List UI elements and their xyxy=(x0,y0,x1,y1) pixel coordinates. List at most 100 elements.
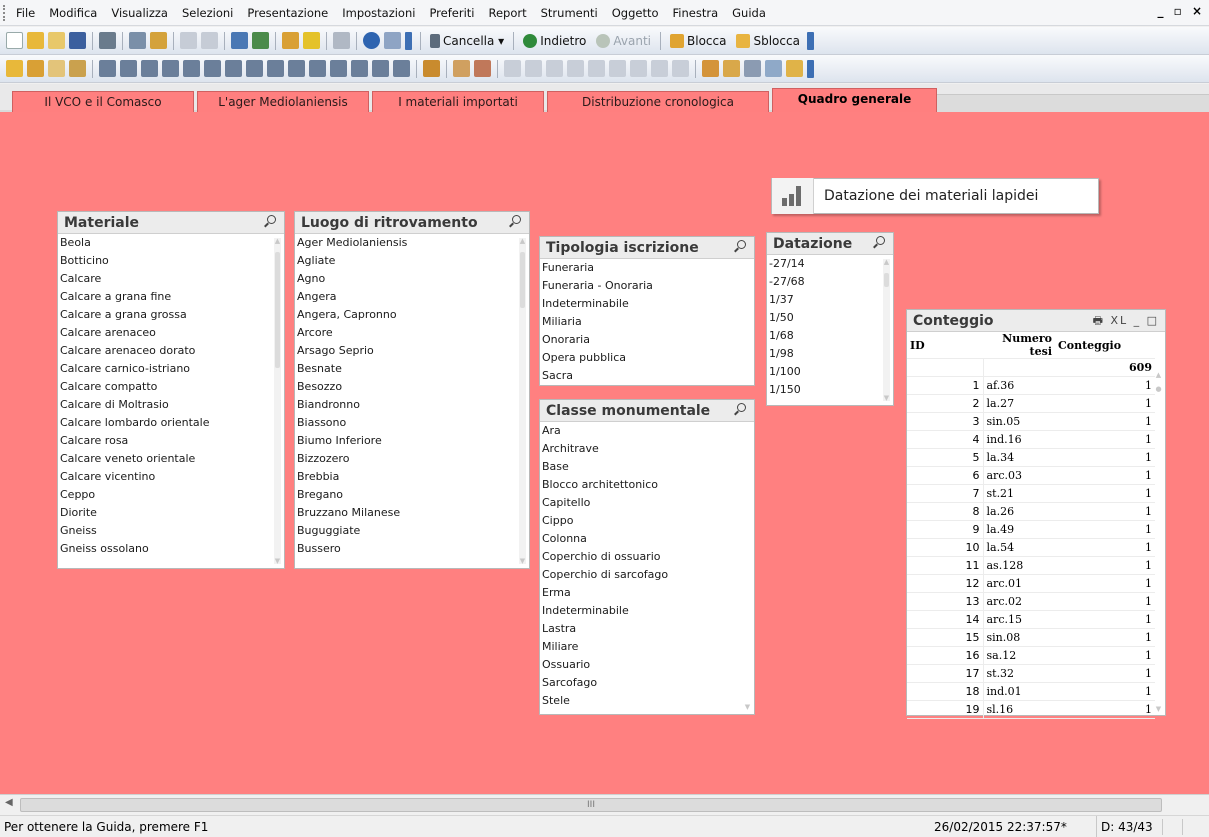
table-row[interactable]: 8 la.26 1 xyxy=(907,502,1155,521)
list-item[interactable]: Calcare di Moltrasio xyxy=(60,396,284,414)
cell-id[interactable]: 4 xyxy=(907,430,984,449)
list-item[interactable]: Calcare rosa xyxy=(60,432,284,450)
cell-id[interactable]: 15 xyxy=(907,628,984,647)
listbox-tipologia[interactable]: Tipologia iscrizione Funeraria Funeraria … xyxy=(539,236,755,386)
cell-numero-tesi[interactable]: sin.08 xyxy=(983,628,1055,647)
list-item[interactable]: Brebbia xyxy=(297,468,529,486)
cell-id[interactable]: 10 xyxy=(907,538,984,557)
list-item[interactable]: Biassono xyxy=(297,414,529,432)
lock-button[interactable]: Blocca xyxy=(665,31,731,51)
adjust-icon[interactable] xyxy=(672,60,689,77)
table-scrollbar[interactable]: ▲ ● ▼ xyxy=(1155,372,1162,713)
search-object-icon[interactable] xyxy=(351,60,368,77)
window-controls[interactable]: _ ▫ × xyxy=(1157,4,1205,18)
table-row[interactable]: 11 as.128 1 xyxy=(907,556,1155,575)
listbox-caption[interactable]: Classe monumentale xyxy=(540,400,754,422)
menu-item-strumenti[interactable]: Strumenti xyxy=(534,1,605,25)
custom-object-icon[interactable] xyxy=(393,60,410,77)
list-item[interactable]: Ager Mediolaniensis xyxy=(297,234,529,252)
open-folder-icon[interactable] xyxy=(27,32,44,49)
reload-icon[interactable] xyxy=(48,32,65,49)
cell-id[interactable]: 1 xyxy=(907,376,984,395)
listbox-caption[interactable]: Tipologia iscrizione xyxy=(540,237,754,259)
listbox-luogo[interactable]: Luogo di ritrovamento Ager Mediolaniensi… xyxy=(294,211,530,569)
datazione-chart-button[interactable]: Datazione dei materiali lapidei xyxy=(771,178,1099,214)
cell-id[interactable]: 14 xyxy=(907,610,984,629)
list-item[interactable]: Erma xyxy=(542,584,754,602)
list-item[interactable]: Ceppo xyxy=(60,486,284,504)
list-item[interactable]: Agliate xyxy=(297,252,529,270)
menu-item-report[interactable]: Report xyxy=(482,1,534,25)
list-item[interactable]: Besozzo xyxy=(297,378,529,396)
selections-icon[interactable] xyxy=(252,32,269,49)
listbox-scrollbar[interactable]: ▲ ▼ xyxy=(883,259,890,402)
menu-item-finestra[interactable]: Finestra xyxy=(666,1,726,25)
scroll-up-icon[interactable]: ▲ xyxy=(883,259,890,266)
list-item[interactable]: -27/14 xyxy=(769,255,893,273)
cell-numero-tesi[interactable]: st.32 xyxy=(983,664,1055,683)
cell-numero-tesi[interactable]: arc.03 xyxy=(983,466,1055,485)
multi-box-icon[interactable] xyxy=(162,60,179,77)
cell-numero-tesi[interactable]: sl.16 xyxy=(983,700,1055,719)
menu-item-guida[interactable]: Guida xyxy=(725,1,773,25)
align-grid-icon[interactable] xyxy=(474,60,491,77)
listbox-scrollbar[interactable]: ▲ ▼ xyxy=(519,238,526,565)
list-item[interactable]: Calcare lombardo orientale xyxy=(60,414,284,432)
table-row[interactable]: 5 la.34 1 xyxy=(907,448,1155,467)
scroll-thumb[interactable] xyxy=(884,273,889,287)
table-row[interactable]: 1 af.36 1 xyxy=(907,376,1155,395)
listbox-caption[interactable]: Datazione xyxy=(767,233,893,255)
list-item[interactable]: Ossuario xyxy=(542,656,754,674)
scroll-thumb[interactable]: III xyxy=(20,798,1162,812)
cell-numero-tesi[interactable]: arc.01 xyxy=(983,574,1055,593)
list-item[interactable]: Biumo Inferiore xyxy=(297,432,529,450)
list-item[interactable]: Beola xyxy=(60,234,284,252)
align-bottom-icon[interactable] xyxy=(567,60,584,77)
list-item[interactable]: Stele xyxy=(542,692,754,710)
table-row[interactable]: 12 arc.01 1 xyxy=(907,574,1155,593)
table-row[interactable]: 17 st.32 1 xyxy=(907,664,1155,683)
table-row[interactable]: 3 sin.05 1 xyxy=(907,412,1155,431)
cell-numero-tesi[interactable]: la.26 xyxy=(983,502,1055,521)
column-header-numero-tesi[interactable]: Numero tesi xyxy=(983,332,1055,359)
space-horizontal-icon[interactable] xyxy=(630,60,647,77)
bookmark-object-icon[interactable] xyxy=(330,60,347,77)
listbox-caption[interactable]: Luogo di ritrovamento xyxy=(295,212,529,234)
list-item[interactable]: Gneiss xyxy=(60,522,284,540)
tab-materiali-importati[interactable]: I materiali importati xyxy=(372,91,544,112)
search-icon[interactable] xyxy=(509,215,521,229)
cell-numero-tesi[interactable]: st.21 xyxy=(983,484,1055,503)
table-row[interactable]: 14 arc.15 1 xyxy=(907,610,1155,629)
table-box-conteggio[interactable]: Conteggio 🖶 XL _ □ ID Numero tesi Conteg… xyxy=(906,309,1166,719)
statistics-box-icon[interactable] xyxy=(120,60,137,77)
table-viewer-icon[interactable] xyxy=(765,60,782,77)
table-row[interactable]: 18 ind.01 1 xyxy=(907,682,1155,701)
list-item[interactable]: Agno xyxy=(297,270,529,288)
table-row[interactable]: 16 sa.12 1 xyxy=(907,646,1155,665)
cell-id[interactable]: 13 xyxy=(907,592,984,611)
cell-id[interactable]: 6 xyxy=(907,466,984,485)
scroll-up-icon[interactable]: ▲ xyxy=(1155,372,1162,379)
table-row[interactable]: 2 la.27 1 xyxy=(907,394,1155,413)
search-icon[interactable] xyxy=(873,236,885,250)
align-right-icon[interactable] xyxy=(546,60,563,77)
table-row[interactable]: 9 la.49 1 xyxy=(907,520,1155,539)
cell-numero-tesi[interactable]: la.34 xyxy=(983,448,1055,467)
list-item[interactable]: 1/50 xyxy=(769,309,893,327)
list-item[interactable]: Miliare xyxy=(542,638,754,656)
list-item[interactable]: Calcare xyxy=(60,270,284,288)
promote-sheet-icon[interactable] xyxy=(27,60,44,77)
listbox-datazione[interactable]: Datazione -27/14 -27/68 1/37 1/50 1/68 1/98 1/… xyxy=(766,232,894,406)
list-item[interactable]: Bizzozero xyxy=(297,450,529,468)
list-item[interactable]: Arsago Seprio xyxy=(297,342,529,360)
list-item[interactable]: Base xyxy=(542,458,754,476)
edit-script-icon[interactable] xyxy=(129,32,146,49)
cell-numero-tesi[interactable]: ind.16 xyxy=(983,430,1055,449)
format-painter-icon[interactable] xyxy=(453,60,470,77)
menu-item-impostazioni[interactable]: Impostazioni xyxy=(335,1,422,25)
save-icon[interactable] xyxy=(69,32,86,49)
list-item[interactable]: Funeraria xyxy=(542,259,754,277)
cell-id[interactable]: 9 xyxy=(907,520,984,539)
align-top-icon[interactable] xyxy=(609,60,626,77)
cell-id[interactable]: 18 xyxy=(907,682,984,701)
